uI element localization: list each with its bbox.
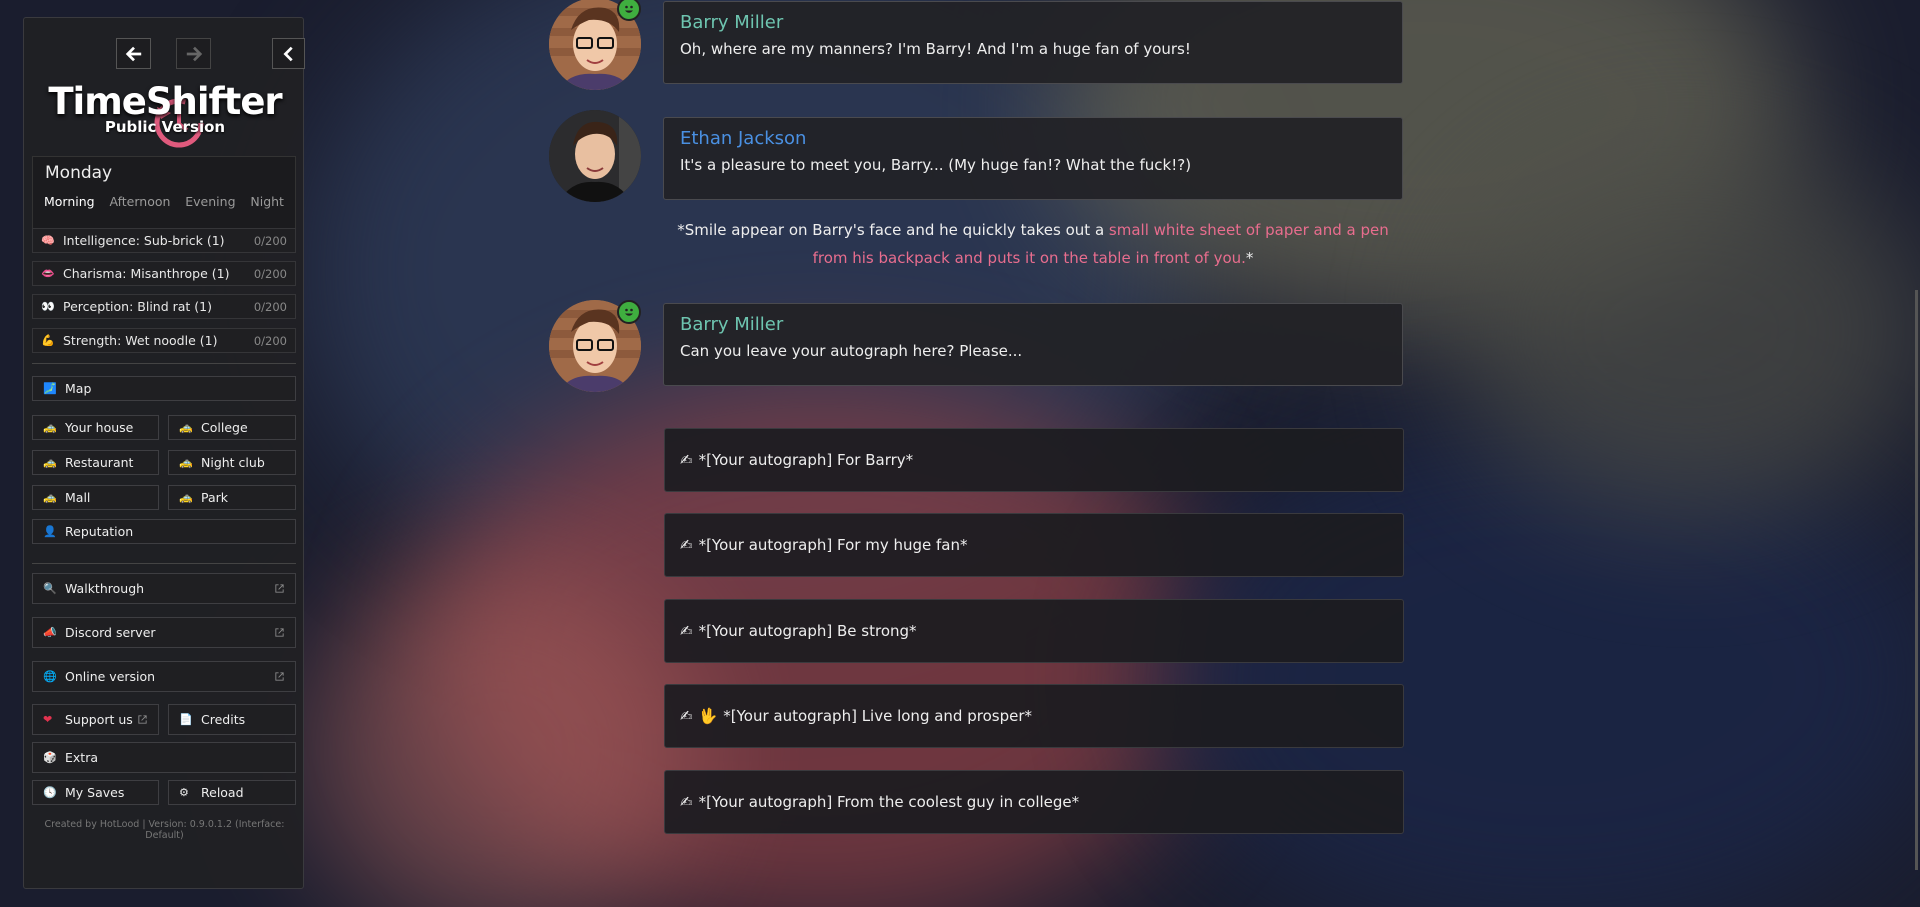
divider xyxy=(32,363,296,364)
support-us-link[interactable]: ❤ Support us xyxy=(32,704,159,735)
dice-icon: 🎲 xyxy=(43,751,57,764)
reputation-button[interactable]: 👤 Reputation xyxy=(32,519,296,544)
game-logo: TimeShifter Public Version xyxy=(44,80,286,160)
time-evening: Evening xyxy=(185,194,236,209)
stat-label: Perception: Blind rat (1) xyxy=(63,299,213,314)
chevron-left-icon xyxy=(282,46,293,61)
eyes-icon: 👀 xyxy=(41,300,55,313)
magnifier-icon: 🔍 xyxy=(43,582,57,595)
lips-icon: 👄 xyxy=(41,267,55,280)
reload-button[interactable]: ⚙ Reload xyxy=(168,780,296,805)
taxi-icon: 🚕 xyxy=(43,421,57,434)
credits-button[interactable]: 📄 Credits xyxy=(168,704,296,735)
ethan-portrait-icon xyxy=(549,110,641,202)
choice-button[interactable]: ✍ 🖖 *[Your autograph] Live long and prospe… xyxy=(664,684,1404,748)
stat-value: 0/200 xyxy=(253,266,287,281)
external-link-icon xyxy=(138,715,147,724)
globe-icon: 🌐 xyxy=(43,670,57,683)
stat-label: Intelligence: Sub-brick (1) xyxy=(63,233,225,248)
location-park[interactable]: 🚕 Park xyxy=(168,485,296,510)
writing-hand-icon: ✍ xyxy=(680,451,693,469)
taxi-icon: 🚕 xyxy=(43,491,57,504)
writing-hand-icon: ✍ xyxy=(680,536,693,554)
back-button[interactable] xyxy=(116,38,151,69)
location-mall[interactable]: 🚕 Mall xyxy=(32,485,159,510)
time-of-day-list: Morning Afternoon Evening Night xyxy=(33,194,295,209)
stat-value: 0/200 xyxy=(253,299,287,314)
external-link-icon xyxy=(275,672,284,681)
document-icon: 📄 xyxy=(179,713,193,726)
clock-icon: 🕓 xyxy=(43,786,57,799)
taxi-icon: 🚕 xyxy=(179,491,193,504)
avatar-ethan xyxy=(549,110,641,202)
dialog-message: Barry Miller Oh, where are my manners? I… xyxy=(663,1,1403,84)
speaker-name: Ethan Jackson xyxy=(680,128,807,149)
map-icon: 🗾 xyxy=(43,382,57,395)
location-college[interactable]: 🚕 College xyxy=(168,415,296,440)
stat-strength[interactable]: 💪 Strength: Wet noodle (1) 0/200 xyxy=(32,328,296,353)
choice-button[interactable]: ✍ *[Your autograph] From the coolest guy … xyxy=(664,770,1404,834)
writing-hand-icon: ✍ xyxy=(680,707,693,725)
my-saves-button[interactable]: 🕓 My Saves xyxy=(32,780,159,805)
online-version-link[interactable]: 🌐 Online version xyxy=(32,661,296,692)
stat-label: Charisma: Misanthrope (1) xyxy=(63,266,230,281)
arrow-right-icon xyxy=(186,46,202,61)
message-text: It's a pleasure to meet you, Barry... (M… xyxy=(680,156,1192,174)
stat-value: 0/200 xyxy=(253,233,287,248)
taxi-icon: 🚕 xyxy=(179,421,193,434)
location-your-house[interactable]: 🚕 Your house xyxy=(32,415,159,440)
choice-button[interactable]: ✍ *[Your autograph] For my huge fan* xyxy=(664,513,1404,577)
narration-text: *Smile appear on Barry's face and he qui… xyxy=(677,221,1389,267)
stat-intelligence[interactable]: 🧠 Intelligence: Sub-brick (1) 0/200 xyxy=(32,228,296,253)
divider xyxy=(32,563,296,564)
person-icon: 👤 xyxy=(43,525,57,538)
gear-icon: ⚙ xyxy=(179,786,189,799)
choice-button[interactable]: ✍ *[Your autograph] For Barry* xyxy=(664,428,1404,492)
collapse-sidebar-button[interactable] xyxy=(272,38,305,69)
stat-label: Strength: Wet noodle (1) xyxy=(63,333,218,348)
version-footer: Created by HotLood | Version: 0.9.0.1.2 … xyxy=(44,819,285,841)
stat-charisma[interactable]: 👄 Charisma: Misanthrope (1) 0/200 xyxy=(32,261,296,286)
brain-icon: 🧠 xyxy=(41,234,55,247)
map-button[interactable]: 🗾 Map xyxy=(32,376,296,401)
heart-icon: ❤ xyxy=(43,713,53,726)
stat-value: 0/200 xyxy=(253,333,287,348)
message-text: Can you leave your autograph here? Pleas… xyxy=(680,342,1023,360)
logo-subtitle: Public Version xyxy=(104,118,226,136)
page-scrollbar[interactable] xyxy=(1915,290,1918,870)
speaker-name: Barry Miller xyxy=(680,314,784,335)
external-link-icon xyxy=(275,584,284,593)
time-night: Night xyxy=(250,194,284,209)
speaker-name: Barry Miller xyxy=(680,12,784,33)
choice-button[interactable]: ✍ *[Your autograph] Be strong* xyxy=(664,599,1404,663)
day-panel: Monday Morning Afternoon Evening Night xyxy=(32,156,296,233)
stat-perception[interactable]: 👀 Perception: Blind rat (1) 0/200 xyxy=(32,294,296,319)
sidebar: TimeShifter Public Version Monday Mornin… xyxy=(23,17,305,889)
smiley-badge-icon xyxy=(617,300,641,324)
location-restaurant[interactable]: 🚕 Restaurant xyxy=(32,450,159,475)
dialog-message: Ethan Jackson It's a pleasure to meet yo… xyxy=(663,117,1403,200)
message-text: Oh, where are my manners? I'm Barry! And… xyxy=(680,40,1191,58)
vulcan-salute-icon: 🖖 xyxy=(698,707,718,725)
external-link-icon xyxy=(275,628,284,637)
forward-button[interactable] xyxy=(176,38,211,69)
flexed-biceps-icon: 💪 xyxy=(41,334,55,347)
taxi-icon: 🚕 xyxy=(43,456,57,469)
horn-icon: 📣 xyxy=(43,626,57,639)
arrow-left-icon xyxy=(125,46,141,61)
extra-button[interactable]: 🎲 Extra xyxy=(32,742,296,773)
writing-hand-icon: ✍ xyxy=(680,793,693,811)
walkthrough-link[interactable]: 🔍 Walkthrough xyxy=(32,573,296,604)
time-morning: Morning xyxy=(44,194,95,209)
writing-hand-icon: ✍ xyxy=(680,622,693,640)
dialog-message: Barry Miller Can you leave your autograp… xyxy=(663,303,1403,386)
day-name: Monday xyxy=(45,163,113,183)
taxi-icon: 🚕 xyxy=(179,456,193,469)
time-afternoon: Afternoon xyxy=(109,194,171,209)
discord-link[interactable]: 📣 Discord server xyxy=(32,617,296,648)
location-night-club[interactable]: 🚕 Night club xyxy=(168,450,296,475)
